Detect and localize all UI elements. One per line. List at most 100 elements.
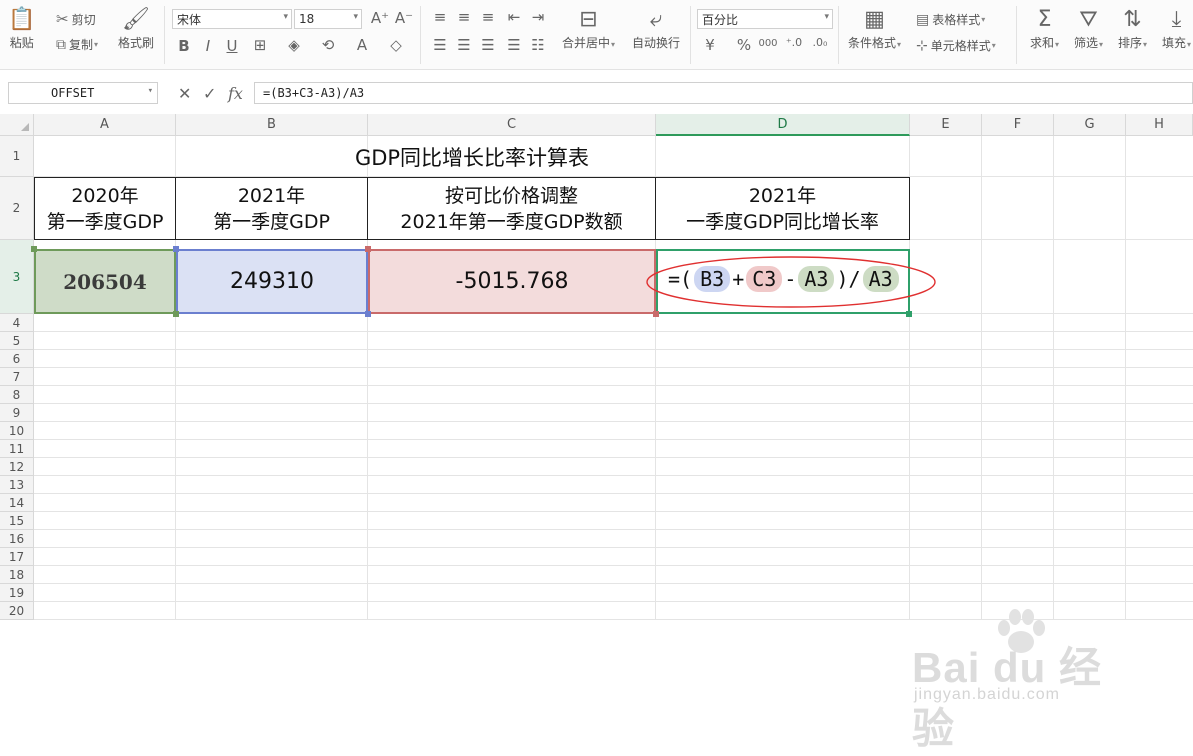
font-color-icon[interactable]: A	[352, 36, 372, 54]
merge-center-button[interactable]: ⊟ 合并居中▾	[562, 6, 615, 51]
font-size-select[interactable]: 18 ▾	[294, 9, 362, 29]
conditional-format-button[interactable]: ▦ 条件格式▾	[848, 6, 901, 51]
chevron-down-icon: ▾	[147, 86, 153, 96]
header-cell-a2[interactable]: 2020年 第一季度GDP	[34, 177, 176, 240]
row-header-6[interactable]: 6	[0, 350, 34, 368]
row-header-10[interactable]: 10	[0, 422, 34, 440]
border-icon[interactable]: ⊞	[250, 36, 270, 54]
table-title[interactable]: GDP同比增长比率计算表	[34, 136, 910, 177]
divider	[164, 6, 165, 64]
fill-button[interactable]: ⤓ 填充▾	[1162, 6, 1191, 51]
header-cell-d2[interactable]: 2021年 一季度GDP同比增长率	[655, 177, 910, 240]
row-header-14[interactable]: 14	[0, 494, 34, 512]
row-header-7[interactable]: 7	[0, 368, 34, 386]
increase-font-icon[interactable]: A⁺	[370, 9, 390, 27]
column-header-a[interactable]: A	[34, 114, 176, 136]
function-icon[interactable]: fx	[228, 84, 243, 103]
auto-wrap-button[interactable]: ⤶ 自动换行	[632, 6, 680, 51]
row-header-8[interactable]: 8	[0, 386, 34, 404]
row-header-12[interactable]: 12	[0, 458, 34, 476]
sort-button[interactable]: ⇅ 排序▾	[1118, 6, 1147, 51]
italic-icon[interactable]: I	[198, 37, 218, 55]
c3-handle[interactable]	[365, 246, 371, 252]
row-header-9[interactable]: 9	[0, 404, 34, 422]
row-header-17[interactable]: 17	[0, 548, 34, 566]
copy-button[interactable]: ⧉ 复制 ▾	[56, 36, 98, 53]
b3-handle[interactable]	[173, 246, 179, 252]
column-header-c[interactable]: C	[368, 114, 656, 136]
sum-button[interactable]: Σ 求和▾	[1030, 6, 1059, 51]
increase-decimal-icon[interactable]: ⁺.0	[784, 36, 804, 49]
row-header-2[interactable]: 2	[0, 177, 34, 240]
outdent-icon[interactable]: ⇤	[504, 8, 524, 26]
font-name-select[interactable]: 宋体 ▾	[172, 9, 292, 29]
a3-handle[interactable]	[31, 246, 37, 252]
cancel-icon[interactable]: ✕	[178, 84, 191, 103]
justify-icon[interactable]: ☰	[504, 36, 524, 54]
thousands-icon[interactable]: 000	[758, 38, 778, 49]
row-header-4[interactable]: 4	[0, 314, 34, 332]
grid-hline	[34, 439, 1193, 440]
table-style-button[interactable]: ▤ 表格样式 ▾	[916, 11, 985, 28]
row-header-5[interactable]: 5	[0, 332, 34, 350]
cell-style-button[interactable]: ⊹ 单元格样式 ▾	[916, 37, 996, 54]
header-cell-b2[interactable]: 2021年 第一季度GDP	[175, 177, 368, 240]
row-header-11[interactable]: 11	[0, 440, 34, 458]
wrap-icon: ⤶	[649, 7, 663, 32]
column-header-f[interactable]: F	[982, 114, 1054, 136]
column-header-e[interactable]: E	[910, 114, 982, 136]
cell-c3[interactable]: -5015.768	[368, 249, 656, 314]
name-box[interactable]: OFFSET ▾	[8, 82, 158, 104]
column-header-d[interactable]: D	[656, 114, 910, 136]
fill-color-icon[interactable]: ◈	[284, 36, 304, 54]
column-header-b[interactable]: B	[176, 114, 368, 136]
chevron-down-icon: ▾	[283, 12, 288, 22]
row-header-3[interactable]: 3	[0, 240, 34, 314]
column-header-h[interactable]: H	[1126, 114, 1193, 136]
row-header-15[interactable]: 15	[0, 512, 34, 530]
bold-icon[interactable]: B	[174, 37, 194, 55]
align-left-icon[interactable]: ☰	[430, 36, 450, 54]
divider	[838, 6, 839, 64]
number-format-select[interactable]: 百分比 ▾	[697, 9, 833, 29]
align-center-icon[interactable]: ☰	[454, 36, 474, 54]
eraser-icon[interactable]: ◇	[386, 36, 406, 54]
indent-icon[interactable]: ⇥	[528, 8, 548, 26]
distributed-icon[interactable]: ☷	[528, 36, 548, 54]
row-header-20[interactable]: 20	[0, 602, 34, 620]
format-painter-button[interactable]: 🖌 格式刷	[118, 6, 154, 51]
row-header-19[interactable]: 19	[0, 584, 34, 602]
align-middle-icon[interactable]: ≡	[454, 8, 474, 26]
sigma-icon: Σ	[1037, 7, 1052, 32]
header-cell-c2[interactable]: 按可比价格调整 2021年第一季度GDP数额	[367, 177, 656, 240]
select-all-corner[interactable]	[0, 114, 34, 136]
b3-handle[interactable]	[365, 311, 371, 317]
row-header-16[interactable]: 16	[0, 530, 34, 548]
row-header-13[interactable]: 13	[0, 476, 34, 494]
formula-input[interactable]: =(B3+C3-A3)/A3	[254, 82, 1193, 104]
chevron-down-icon: ▾	[353, 12, 358, 22]
percent-icon[interactable]: %	[734, 36, 754, 54]
decrease-decimal-icon[interactable]: .0₀	[810, 36, 830, 49]
grid-hline	[34, 475, 1193, 476]
filter-icon: ⛛	[1079, 7, 1098, 32]
cell-b3[interactable]: 249310	[176, 249, 368, 314]
align-bottom-icon[interactable]: ≡	[478, 8, 498, 26]
paste-button[interactable]: 📋 粘贴	[8, 6, 35, 51]
decrease-font-icon[interactable]: A⁻	[394, 9, 414, 27]
currency-icon[interactable]: ¥	[700, 36, 720, 54]
align-right-icon[interactable]: ☰	[478, 36, 498, 54]
filter-button[interactable]: ⛛ 筛选▾	[1074, 6, 1103, 51]
row-header-1[interactable]: 1	[0, 136, 34, 177]
spreadsheet-grid: ABCDEFGH 1 2 3 4 5 6 7 8 9 10 11 12 13 14 15 16 17 18 19 20…	[0, 114, 1193, 752]
cut-button[interactable]: ✂ 剪切	[56, 10, 96, 28]
a3-handle[interactable]	[173, 311, 179, 317]
confirm-icon[interactable]: ✓	[203, 84, 216, 103]
align-top-icon[interactable]: ≡	[430, 8, 450, 26]
underline-icon[interactable]: U	[222, 37, 242, 55]
column-header-g[interactable]: G	[1054, 114, 1126, 136]
clear-format-icon[interactable]: ⟲	[318, 36, 338, 54]
row-header-18[interactable]: 18	[0, 566, 34, 584]
cell-a3[interactable]: 206504	[34, 249, 176, 314]
cell-style-icon: ⊹	[916, 37, 928, 54]
